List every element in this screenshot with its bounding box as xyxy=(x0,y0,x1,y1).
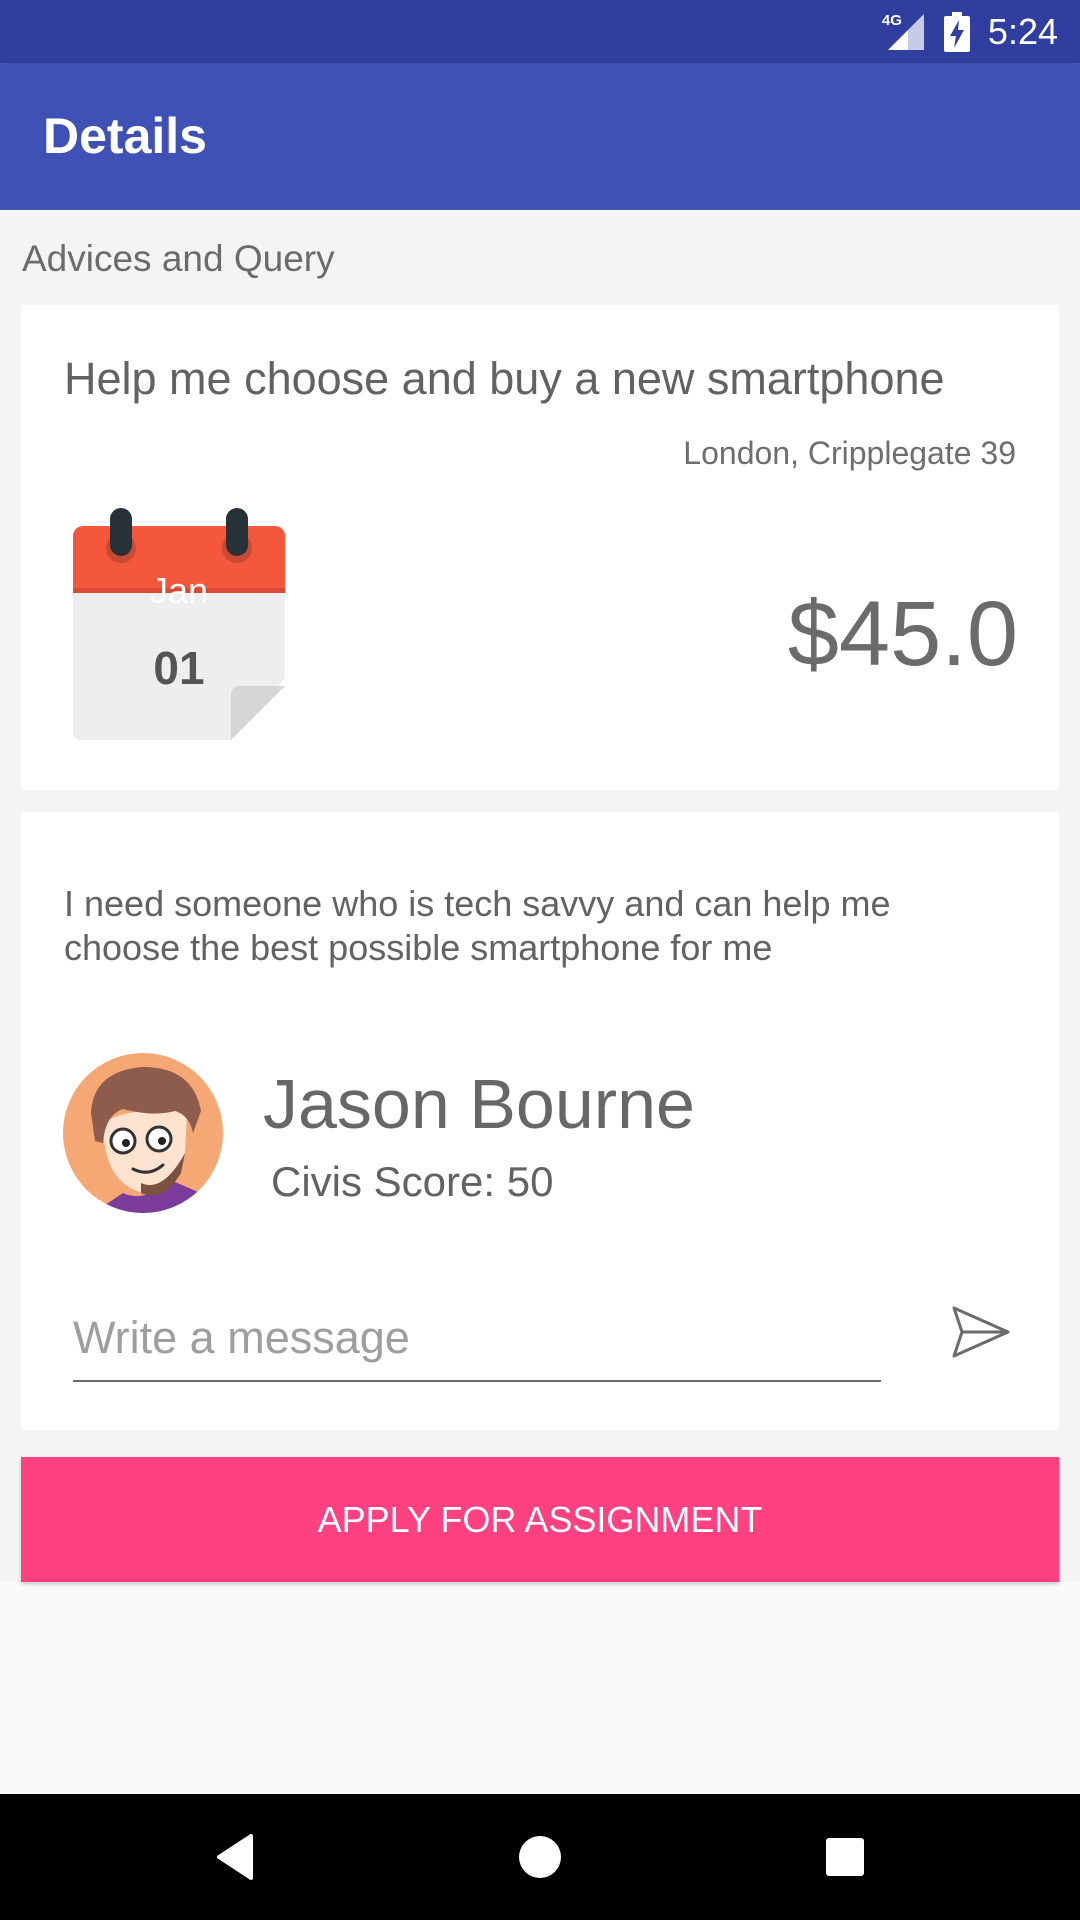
send-button[interactable] xyxy=(941,1292,1021,1372)
calendar-icon: Jan 01 xyxy=(73,508,293,754)
recents-button[interactable] xyxy=(810,1822,880,1892)
task-card: Help me choose and buy a new smartphone … xyxy=(21,305,1059,790)
battery-charging-icon xyxy=(943,11,970,52)
calendar-month: Jan xyxy=(149,570,209,611)
network-type-label: 4G xyxy=(881,11,902,29)
status-time: 5:24 xyxy=(987,10,1058,52)
status-bar: 4G 5:24 xyxy=(0,0,1080,63)
user-name: Jason Bourne xyxy=(263,1065,695,1143)
calendar-day: 01 xyxy=(153,642,205,694)
page-title: Details xyxy=(43,108,207,164)
user-avatar[interactable] xyxy=(63,1053,223,1213)
details-card: I need someone who is tech savvy and can… xyxy=(21,812,1059,1430)
navigation-bar xyxy=(0,1794,1080,1920)
back-button[interactable] xyxy=(200,1822,270,1892)
app-bar: Details xyxy=(0,63,1080,210)
task-price: $45.0 xyxy=(787,583,1018,685)
recents-icon xyxy=(826,1838,864,1876)
user-score: Civis Score: 50 xyxy=(271,1158,554,1205)
signal-icon: 4G xyxy=(882,12,926,52)
task-location: London, Cripplegate 39 xyxy=(683,435,1016,471)
task-title: Help me choose and buy a new smartphone xyxy=(64,353,945,404)
send-icon xyxy=(952,1306,1010,1358)
home-icon xyxy=(519,1836,561,1878)
apply-button-label: APPLY FOR ASSIGNMENT xyxy=(317,1498,763,1540)
back-icon xyxy=(217,1834,253,1880)
home-button[interactable] xyxy=(505,1822,575,1892)
apply-button[interactable]: APPLY FOR ASSIGNMENT xyxy=(21,1457,1059,1582)
message-input[interactable] xyxy=(73,1305,881,1382)
status-icons: 4G 5:24 xyxy=(882,0,1058,63)
category-label: Advices and Query xyxy=(22,238,335,279)
task-description: I need someone who is tech savvy and can… xyxy=(64,883,891,968)
